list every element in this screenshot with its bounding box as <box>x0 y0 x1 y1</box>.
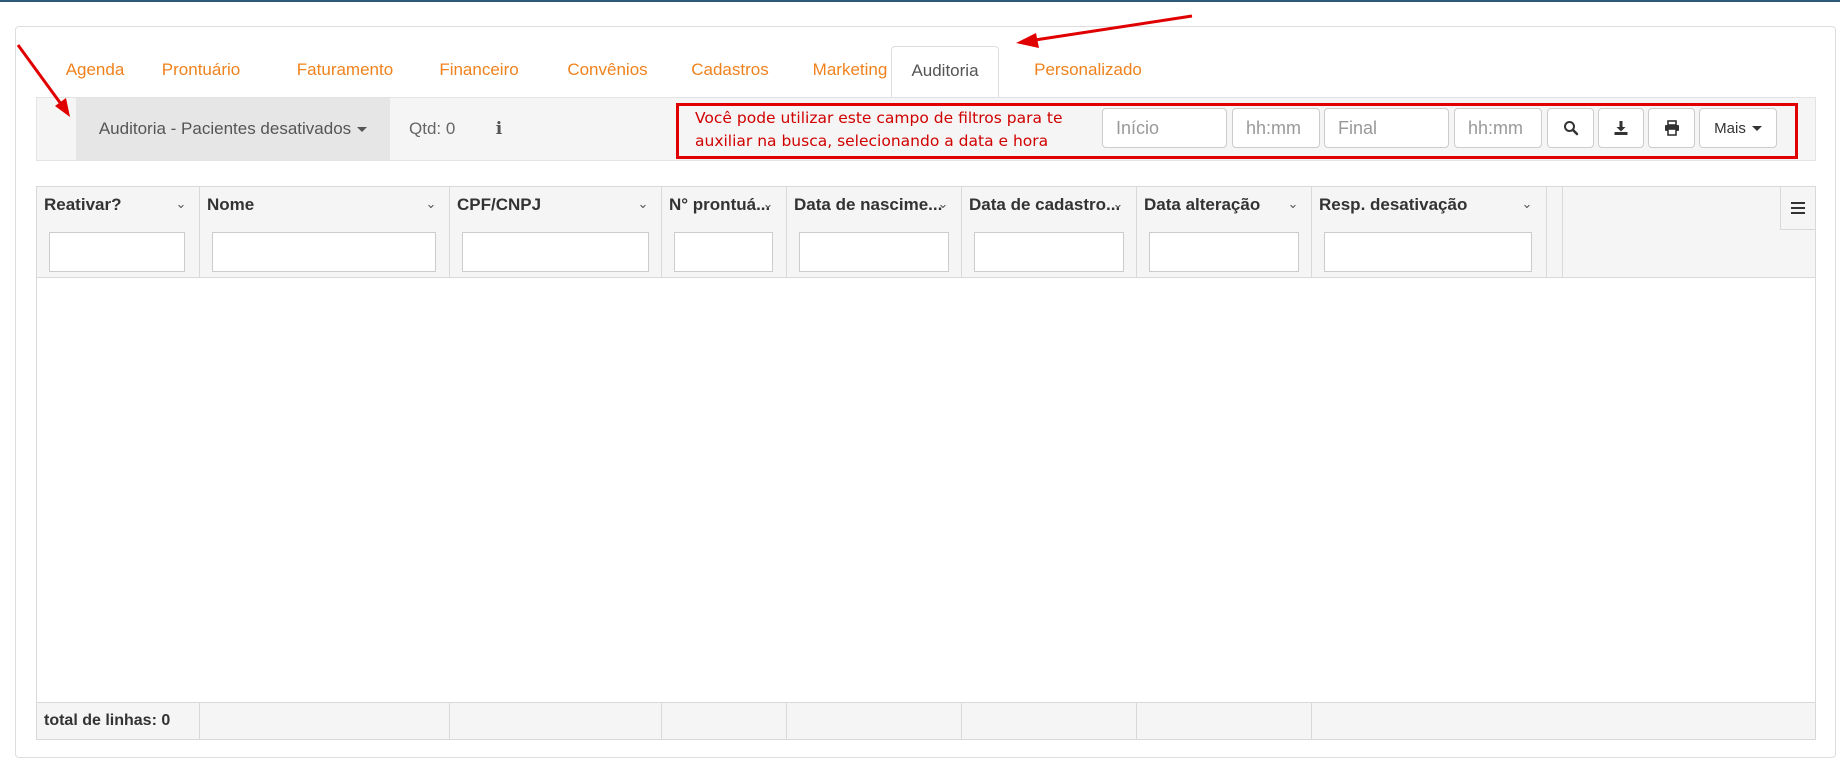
caret-down-icon <box>357 127 368 133</box>
footer-cell <box>662 703 787 739</box>
download-button[interactable] <box>1598 108 1644 148</box>
column-title: Nome <box>207 195 255 214</box>
footer-cell <box>200 703 450 739</box>
column-title: Data alteração <box>1144 195 1261 214</box>
report-select-label: Auditoria - Pacientes desativados <box>98 119 352 138</box>
report-select-dropdown[interactable]: Auditoria - Pacientes desativados <box>76 98 390 160</box>
tab-prontuario[interactable]: Prontuário <box>151 46 251 98</box>
data-grid: Reativar? ⌄ Nome ⌄ CPF/CNPJ ⌄ N° prontuá… <box>36 186 1816 740</box>
download-icon <box>1614 121 1628 135</box>
more-label: Mais <box>1714 119 1746 137</box>
footer-cell <box>1137 703 1312 739</box>
chevron-down-icon[interactable]: ⌄ <box>1111 197 1125 211</box>
total-rows-label: total de linhas: 0 <box>44 712 171 729</box>
column-header[interactable]: Data de nascime... ⌄ <box>787 187 962 277</box>
column-filter-input[interactable] <box>674 232 773 272</box>
tab-convenios[interactable]: Convênios <box>550 46 665 98</box>
search-button[interactable] <box>1547 108 1594 148</box>
tab-cadastros[interactable]: Cadastros <box>670 46 790 98</box>
print-icon <box>1664 120 1679 136</box>
chevron-down-icon[interactable]: ⌄ <box>1286 197 1300 211</box>
column-filter-input[interactable] <box>1324 232 1532 272</box>
column-title: Data de cadastro... <box>969 195 1119 214</box>
grid-header: Reativar? ⌄ Nome ⌄ CPF/CNPJ ⌄ N° prontuá… <box>37 187 1815 278</box>
chevron-down-icon[interactable]: ⌄ <box>636 197 650 211</box>
tab-agenda[interactable]: Agenda <box>55 46 135 98</box>
chevron-down-icon[interactable]: ⌄ <box>761 197 775 211</box>
annotation-text: Você pode utilizar este campo de filtros… <box>695 107 1087 155</box>
footer-cell: total de linhas: 0 <box>37 703 200 739</box>
tab-faturamento[interactable]: Faturamento <box>276 46 414 98</box>
caret-down-icon <box>1751 125 1762 131</box>
chevron-down-icon[interactable]: ⌄ <box>424 197 438 211</box>
end-time-input[interactable]: hh:mm <box>1454 108 1542 148</box>
tab-auditoria[interactable]: Auditoria <box>891 46 999 99</box>
chevron-down-icon[interactable]: ⌄ <box>936 197 950 211</box>
print-button[interactable] <box>1648 108 1695 148</box>
top-border <box>0 0 1840 2</box>
column-filter-input[interactable] <box>212 232 436 272</box>
column-title: N° prontuá... <box>669 195 769 214</box>
column-header[interactable]: N° prontuá... ⌄ <box>662 187 787 277</box>
row-count-label: Qtd: 0 <box>409 119 456 138</box>
column-header[interactable]: Data de cadastro... ⌄ <box>962 187 1137 277</box>
column-header[interactable]: Nome ⌄ <box>200 187 450 277</box>
annotation-line-1: Você pode utilizar este campo de filtros… <box>695 109 1063 127</box>
footer-cell <box>450 703 662 739</box>
start-date-input[interactable]: Início <box>1102 108 1227 148</box>
tab-financeiro[interactable]: Financeiro <box>419 46 539 98</box>
chevron-down-icon[interactable]: ⌄ <box>1520 197 1534 211</box>
footer-cell <box>787 703 962 739</box>
hamburger-menu-icon[interactable] <box>1780 187 1815 230</box>
column-filter-input[interactable] <box>799 232 949 272</box>
column-title: Resp. desativação <box>1319 195 1468 214</box>
column-header[interactable]: CPF/CNPJ ⌄ <box>450 187 662 277</box>
start-time-input[interactable]: hh:mm <box>1232 108 1320 148</box>
column-header[interactable]: Data alteração ⌄ <box>1137 187 1312 277</box>
annotation-line-2: auxiliar na busca, selecionando a data e… <box>695 132 1049 150</box>
column-header[interactable]: Reativar? ⌄ <box>37 187 200 277</box>
column-title: Data de nascime... <box>794 195 943 214</box>
column-title: Reativar? <box>44 195 122 214</box>
chevron-down-icon[interactable]: ⌄ <box>174 197 188 211</box>
footer-cell <box>962 703 1137 739</box>
column-filter-input[interactable] <box>462 232 649 272</box>
column-filter-input[interactable] <box>1149 232 1299 272</box>
search-icon <box>1563 121 1578 136</box>
info-icon[interactable]: i <box>492 120 506 138</box>
column-filter-input[interactable] <box>49 232 185 272</box>
more-dropdown-button[interactable]: Mais <box>1699 108 1777 148</box>
end-date-input[interactable]: Final <box>1324 108 1449 148</box>
column-spacer <box>1547 187 1563 277</box>
column-header[interactable]: Resp. desativação ⌄ <box>1312 187 1547 277</box>
tab-personalizado[interactable]: Personalizado <box>1013 46 1163 98</box>
column-filter-input[interactable] <box>974 232 1124 272</box>
grid-footer: total de linhas: 0 <box>37 702 1815 739</box>
column-title: CPF/CNPJ <box>457 195 542 214</box>
